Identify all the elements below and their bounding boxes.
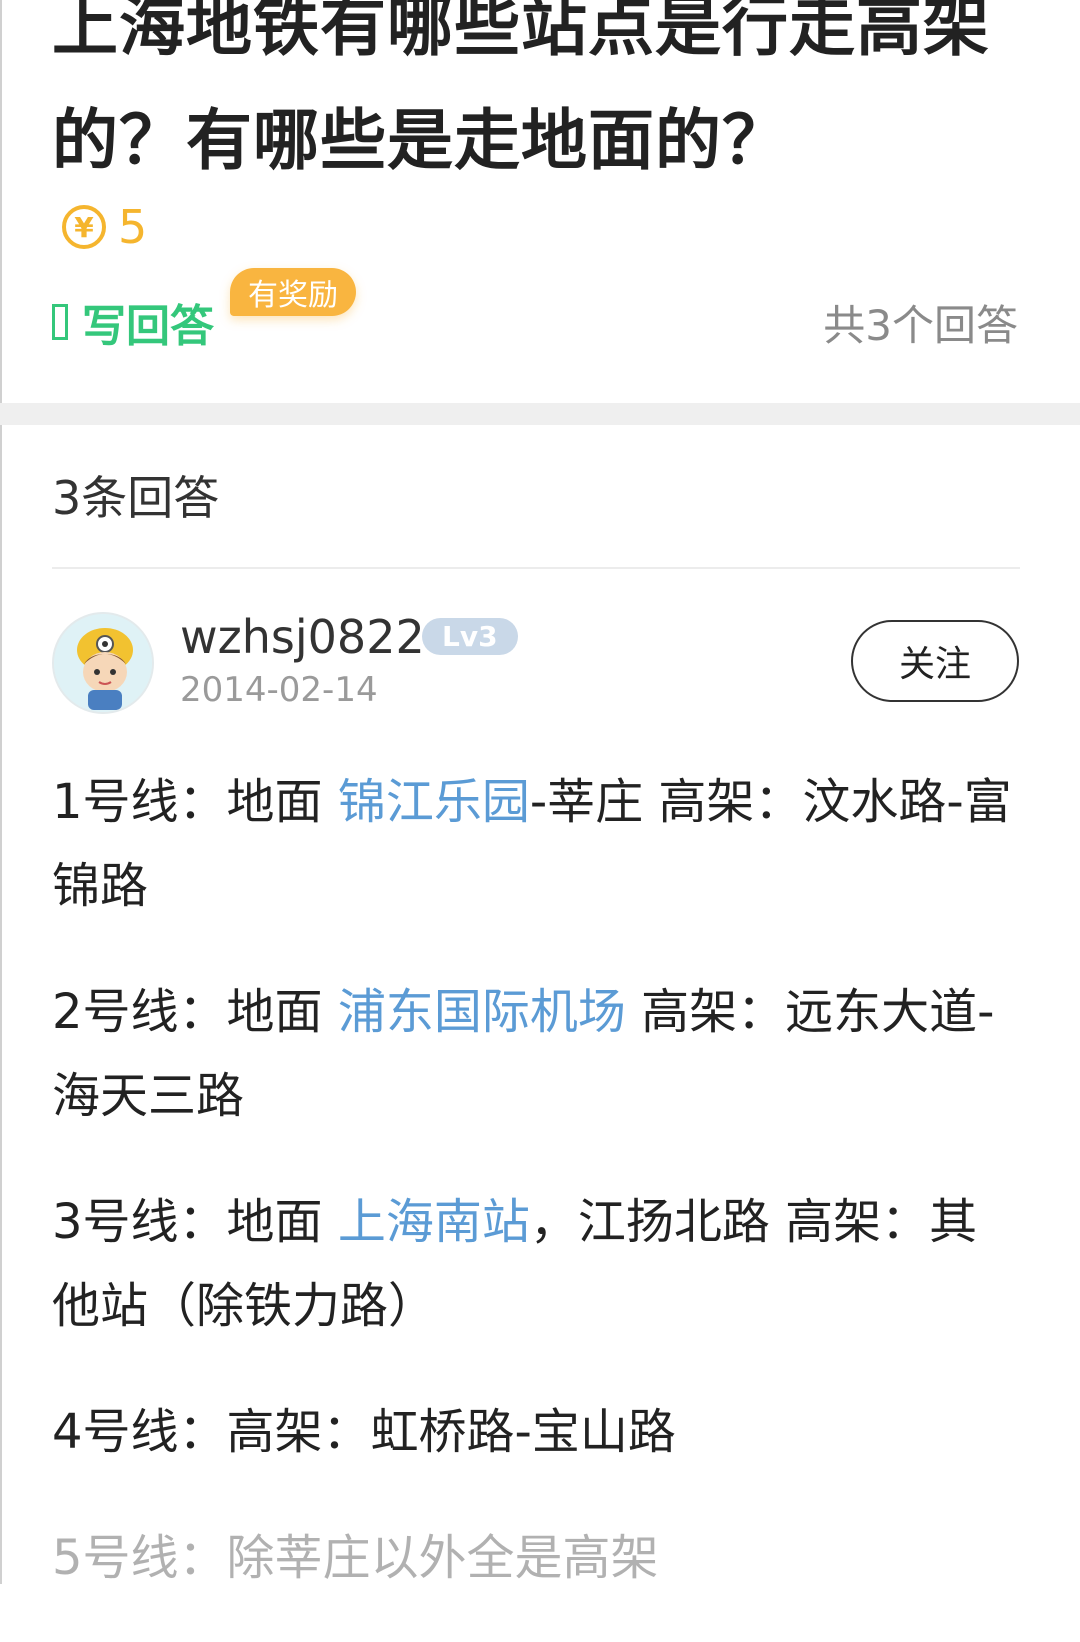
paragraph-text: 4号线：高架：虹桥路-宝山路: [52, 1404, 676, 1460]
pen-icon: [52, 304, 68, 340]
paragraph-text: 1号线：地面: [52, 774, 338, 830]
answer-paragraph-3: 3号线：地面 上海南站，江扬北路 高架：其他站（除铁力路）: [52, 1180, 1022, 1348]
username[interactable]: wzhsj0822: [180, 610, 425, 664]
reward-indicator: ¥ 5: [62, 200, 147, 254]
answer-body: 1号线：地面 锦江乐园-莘庄 高架：汶水路-富锦路 2号线：地面 浦东国际机场 …: [52, 760, 1022, 1642]
answer-paragraph-4: 4号线：高架：虹桥路-宝山路: [52, 1390, 1022, 1474]
left-edge-divider: [0, 0, 2, 1584]
reward-amount: 5: [118, 200, 148, 254]
answer-paragraph-5: 5号线：除莘庄以外全是高架: [52, 1516, 1022, 1600]
reward-badge: 有奖励: [230, 268, 356, 316]
follow-button[interactable]: 关注: [851, 620, 1019, 702]
station-link-jinjiang-park[interactable]: 锦江乐园: [338, 774, 530, 830]
section-separator: [0, 403, 1080, 425]
answer-date: 2014-02-14: [180, 670, 378, 710]
station-link-shanghai-south[interactable]: 上海南站: [338, 1194, 530, 1250]
paragraph-text: 2号线：地面: [52, 984, 338, 1040]
coin-icon: ¥: [62, 205, 106, 249]
answers-heading: 3条回答: [52, 471, 220, 525]
avatar[interactable]: [52, 612, 154, 714]
question-header: 上海地铁有哪些站点是行走高架的？有哪些是走地面的？: [52, 0, 1032, 198]
answer-paragraph-2: 2号线：地面 浦东国际机场 高架：远东大道-海天三路: [52, 970, 1022, 1138]
divider: [52, 567, 1020, 569]
answer-paragraph-1: 1号线：地面 锦江乐园-莘庄 高架：汶水路-富锦路: [52, 760, 1022, 928]
answer-count[interactable]: 共3个回答: [823, 292, 1018, 353]
paragraph-text: 5号线：除莘庄以外全是高架: [52, 1530, 659, 1586]
write-answer-label: 写回答: [82, 301, 214, 352]
write-answer-button[interactable]: 写回答: [52, 290, 214, 354]
avatar-image: [54, 614, 152, 712]
level-badge: Lv3: [422, 618, 518, 655]
question-title: 上海地铁有哪些站点是行走高架的？有哪些是走地面的？: [52, 0, 990, 179]
paragraph-text: 3号线：地面: [52, 1194, 338, 1250]
station-link-pudong-airport[interactable]: 浦东国际机场: [338, 984, 626, 1040]
